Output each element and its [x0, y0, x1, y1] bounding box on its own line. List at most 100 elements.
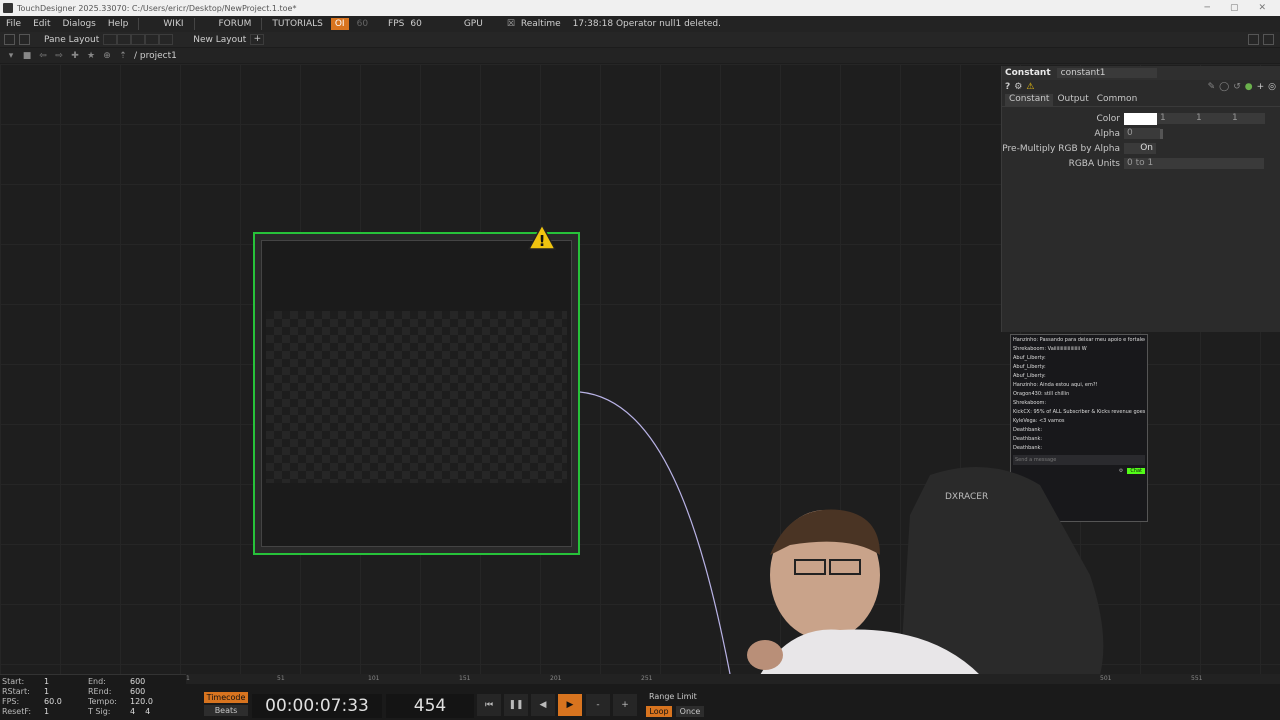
network-path[interactable]: / project1 — [134, 51, 177, 61]
edit-icon[interactable]: ✎ — [1208, 82, 1216, 92]
play-button[interactable]: ▶ — [558, 694, 582, 716]
comment-icon[interactable]: ◯ — [1219, 82, 1229, 92]
chat-message: Oragon430: still chillin — [1013, 391, 1070, 397]
color-g-field[interactable]: 1 — [1157, 113, 1193, 124]
alpha-label: Alpha — [1094, 128, 1120, 139]
menu-edit[interactable]: Edit — [27, 16, 56, 32]
tsig-denominator[interactable]: 4 — [145, 707, 150, 717]
resetf-label: ResetF: — [2, 707, 32, 716]
once-button[interactable]: Once — [676, 706, 704, 717]
timecode-display[interactable]: 00:00:07:33 — [252, 694, 382, 718]
pane-toolbar: Pane Layout New Layout + — [0, 32, 1280, 47]
up-level-icon[interactable]: ⇡ — [118, 51, 128, 61]
minimize-button[interactable]: ─ — [1205, 3, 1210, 13]
beats-mode-button[interactable]: Beats — [204, 705, 248, 716]
wiki-button[interactable]: WIKI — [157, 16, 189, 32]
layout-slot-1[interactable] — [103, 34, 118, 45]
layout-slot-2[interactable] — [117, 34, 132, 45]
tsig-numerator[interactable]: 4 — [130, 707, 135, 717]
alpha-field[interactable]: 0 — [1124, 128, 1160, 139]
op-name-field[interactable]: constant1 — [1056, 68, 1157, 78]
tempo-label: Tempo: — [88, 697, 117, 706]
svg-text:DXRACER: DXRACER — [945, 492, 988, 502]
new-layout-button[interactable]: New Layout — [189, 35, 250, 45]
pane-layout-label: Pane Layout — [44, 34, 100, 45]
fps-value: 60 — [410, 19, 422, 29]
parameter-panel: Constant constant1 ? ⚙ ⚠ ✎ ◯ ↺ ● + ◎ Con… — [1001, 66, 1280, 332]
realtime-checkbox-icon[interactable]: ☒ — [501, 16, 521, 32]
warning-small-icon[interactable]: ⚠ — [1026, 82, 1034, 92]
pause-button[interactable]: ❚❚ — [504, 694, 528, 716]
warning-icon[interactable]: ! — [528, 224, 556, 250]
pane-options-icon[interactable] — [1248, 34, 1259, 45]
rstart-label: RStart: — [2, 687, 30, 696]
chat-settings-icon[interactable]: ⚙ — [1119, 468, 1123, 474]
python-icon[interactable]: ⚙ — [1014, 82, 1022, 92]
link-icon[interactable]: ↺ — [1233, 82, 1241, 92]
constant-top-node[interactable] — [253, 232, 580, 555]
add-layout-button[interactable]: + — [250, 34, 265, 45]
tempo-field[interactable]: 120.0 — [130, 697, 174, 707]
home-icon[interactable]: ✚ — [70, 51, 80, 61]
chat-message: Shrekaboom: Vaiiiiiiiiiiiiiiiiiii W — [1013, 346, 1087, 352]
info-icon[interactable]: ● — [1245, 82, 1253, 92]
step-back-button[interactable]: - — [586, 694, 610, 716]
add-icon[interactable]: + — [1257, 82, 1265, 92]
oi-toggle[interactable]: OI — [330, 18, 349, 30]
loop-button[interactable]: Loop — [646, 706, 672, 717]
chat-send-button[interactable]: Chat — [1127, 468, 1145, 474]
rend-field[interactable]: 600 — [130, 687, 174, 697]
color-swatch[interactable] — [1124, 112, 1157, 125]
search-icon[interactable]: ⊕ — [102, 51, 112, 61]
fps-label: FPS — [388, 19, 405, 29]
layout-slot-3[interactable] — [131, 34, 146, 45]
pane-type-icon[interactable] — [4, 34, 15, 45]
ruler-tick: 251 — [641, 675, 653, 682]
help-icon[interactable]: ? — [1005, 82, 1010, 92]
close-button[interactable]: ✕ — [1258, 3, 1266, 13]
bookmark-icon[interactable]: ★ — [86, 51, 96, 61]
color-a-field[interactable]: 1 — [1229, 113, 1265, 124]
alpha-slider-handle[interactable] — [1160, 128, 1163, 139]
menu-divider — [261, 18, 263, 30]
reverse-button[interactable]: ◀ — [531, 694, 555, 716]
color-b-field[interactable]: 1 — [1193, 113, 1229, 124]
timecode-mode-button[interactable]: Timecode — [204, 692, 248, 703]
maximize-button[interactable]: ▢ — [1230, 3, 1239, 13]
layout-slot-4[interactable] — [145, 34, 160, 45]
step-forward-button[interactable]: + — [613, 694, 637, 716]
end-label: End: — [88, 677, 106, 686]
forum-button[interactable]: FORUM — [213, 16, 258, 32]
menu-file[interactable]: File — [0, 16, 27, 32]
rstart-field[interactable]: 1 — [44, 687, 88, 697]
forward-icon[interactable]: ⇨ — [54, 51, 64, 61]
pane-split-icon[interactable] — [19, 34, 30, 45]
tab-constant[interactable]: Constant — [1005, 94, 1054, 106]
reverse-icon: ◀ — [539, 700, 547, 710]
tutorials-button[interactable]: TUTORIALS — [266, 16, 328, 32]
start-field[interactable]: 1 — [44, 677, 88, 687]
frame-display[interactable]: 454 — [386, 694, 474, 718]
settings-icon[interactable]: ◎ — [1268, 82, 1276, 92]
fps-field[interactable]: 60.0 — [44, 697, 88, 707]
premultiply-toggle[interactable]: On — [1124, 143, 1156, 154]
stop-icon[interactable]: ■ — [22, 51, 32, 61]
menu-dialogs[interactable]: Dialogs — [57, 16, 102, 32]
minus-icon: - — [596, 700, 600, 710]
resetf-field[interactable]: 1 — [44, 707, 88, 717]
rgba-units-label: RGBA Units — [1068, 158, 1120, 169]
ruler-tick: 551 — [1191, 675, 1203, 682]
menu-help[interactable]: Help — [102, 16, 135, 32]
end-field[interactable]: 600 — [130, 677, 174, 687]
gpu-button[interactable]: GPU — [458, 16, 489, 32]
tab-output[interactable]: Output — [1053, 94, 1092, 106]
range-limit-label: Range Limit — [649, 692, 697, 701]
rewind-button[interactable]: ⏮ — [477, 694, 501, 716]
timeline-ruler[interactable]: 1 51 101 151 201 251 501 551 — [186, 674, 1280, 684]
tab-common[interactable]: Common — [1093, 94, 1142, 106]
chevron-down-icon[interactable]: ▾ — [6, 51, 16, 61]
pane-maximize-icon[interactable] — [1263, 34, 1274, 45]
rgba-units-dropdown[interactable]: 0 to 1 — [1124, 158, 1264, 169]
layout-slot-5[interactable] — [159, 34, 174, 45]
back-icon[interactable]: ⇦ — [38, 51, 48, 61]
